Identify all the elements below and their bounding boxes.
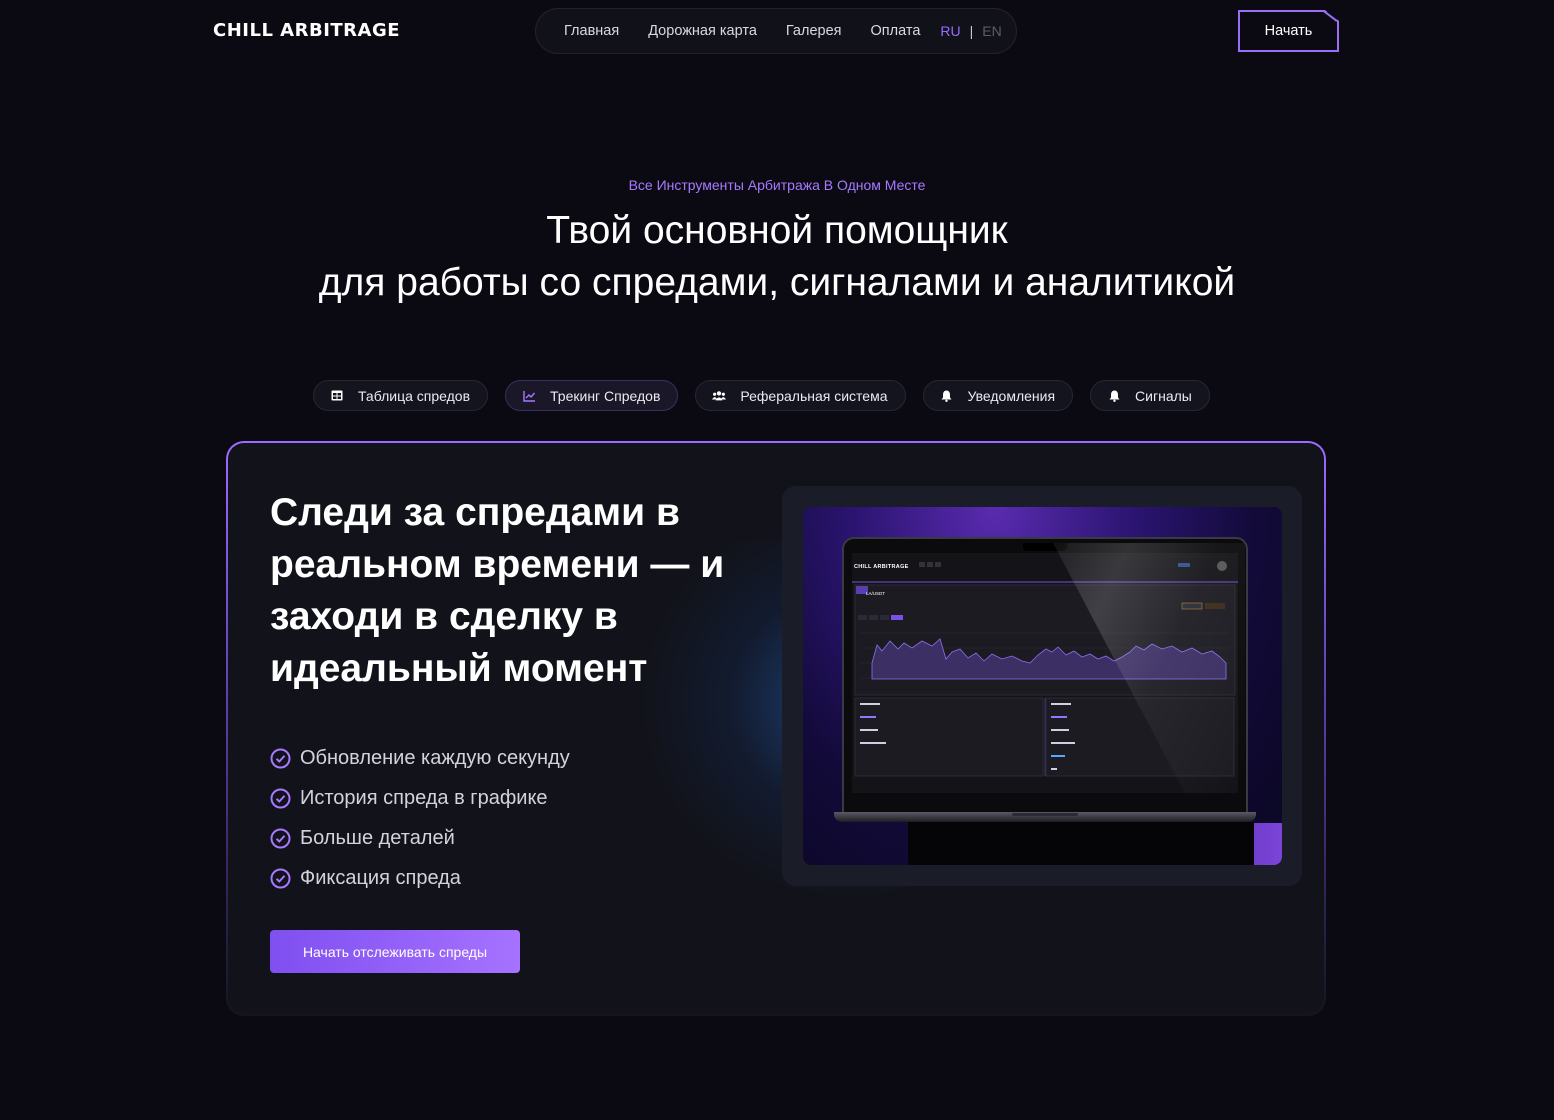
list-item: История спреда в графике	[270, 778, 570, 818]
logo[interactable]: CHILL ARBITRAGE	[213, 20, 400, 41]
tab-spread-table[interactable]: Таблица спредов	[313, 380, 489, 411]
tab-label: Таблица спредов	[358, 387, 471, 404]
lang-ru[interactable]: RU	[940, 23, 960, 39]
nav-roadmap[interactable]: Дорожная карта	[648, 23, 757, 39]
users-icon	[712, 389, 727, 403]
tab-referral[interactable]: Реферальная система	[695, 380, 906, 411]
tab-notifications[interactable]: Уведомления	[922, 380, 1074, 411]
hero-headline: Твой основной помощник для работы со спр…	[0, 205, 1554, 309]
tab-label: Сигналы	[1135, 387, 1192, 404]
feature-tabs: Таблица спредов Трекинг Спредов Рефераль…	[313, 380, 1210, 411]
feature-title: Следи за спредами в реальном времени — и…	[270, 491, 725, 690]
check-circle-icon	[270, 788, 291, 808]
check-circle-icon	[270, 868, 291, 888]
main-nav: Главная Дорожная карта Галерея Оплата RU…	[535, 8, 1017, 54]
feature-text: Обновление каждую секунду	[300, 746, 570, 769]
lang-en[interactable]: EN	[982, 23, 1001, 39]
tab-label: Трекинг Спредов	[550, 387, 661, 404]
language-switcher: RU | EN	[940, 23, 1001, 39]
check-circle-icon	[270, 748, 291, 768]
nav-home[interactable]: Главная	[564, 23, 619, 39]
mockup-logo: CHILL ARBITRAGE	[854, 564, 909, 570]
bell-icon	[940, 389, 954, 403]
hero-eyebrow: Все Инструменты Арбитража В Одном Месте	[628, 177, 926, 193]
mockup-pair: LA/USDT	[866, 591, 886, 596]
check-circle-icon	[270, 828, 291, 848]
list-item: Больше деталей	[270, 818, 570, 858]
bell-icon	[1107, 389, 1121, 403]
feature-list: Обновление каждую секунду История спреда…	[270, 738, 570, 898]
tab-label: Уведомления	[967, 387, 1056, 404]
feature-text: Фиксация спреда	[300, 866, 461, 889]
feature-text: История спреда в графике	[300, 786, 548, 809]
start-tracking-button[interactable]: Начать отслеживать спреды	[270, 930, 520, 973]
feature-text: Больше деталей	[300, 826, 455, 849]
laptop-shadow	[908, 822, 1254, 865]
hero-headline-line2: для работы со спредами, сигналами и анал…	[318, 261, 1236, 304]
tab-label: Реферальная система	[740, 387, 888, 404]
laptop-base-lip	[1012, 813, 1078, 816]
table-icon	[330, 389, 344, 403]
nav-payment[interactable]: Оплата	[871, 23, 921, 39]
chart-line-icon	[522, 389, 536, 403]
lang-separator: |	[969, 23, 974, 39]
list-item: Фиксация спреда	[270, 858, 570, 898]
hero-headline-line1: Твой основной помощник	[546, 209, 1008, 252]
tab-signals[interactable]: Сигналы	[1090, 380, 1210, 411]
tab-spread-tracking[interactable]: Трекинг Спредов	[505, 380, 679, 411]
list-item: Обновление каждую секунду	[270, 738, 570, 778]
nav-gallery[interactable]: Галерея	[786, 23, 842, 39]
